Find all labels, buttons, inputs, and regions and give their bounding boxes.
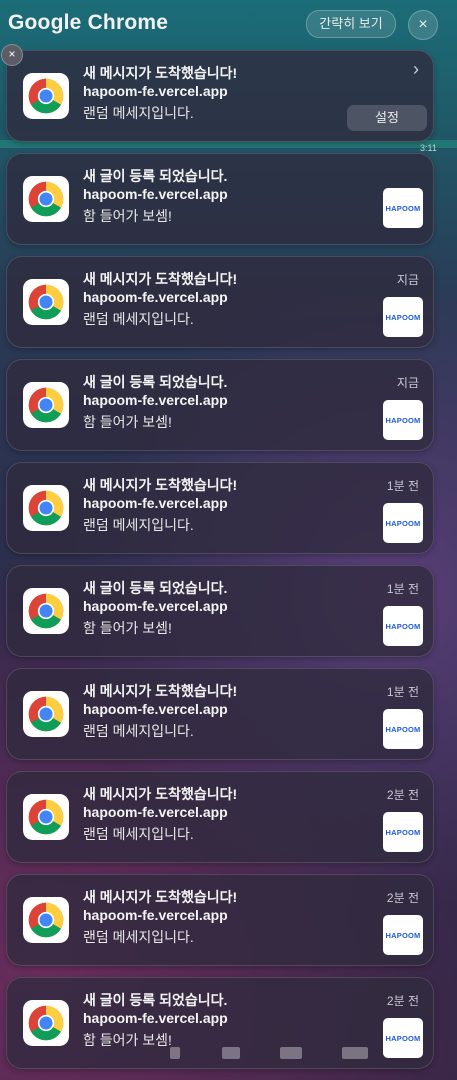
notification-title: 새 메시지가 도착했습니다! (83, 271, 238, 287)
notification-site: hapoom-fe.vercel.app (83, 495, 228, 511)
notification-body: 랜덤 메세지입니다. (83, 826, 194, 842)
notification-title: 새 글이 등록 되었습니다. (83, 992, 228, 1008)
notification-site: hapoom-fe.vercel.app (83, 1010, 228, 1026)
notification-site: hapoom-fe.vercel.app (83, 289, 228, 305)
chrome-icon (23, 73, 69, 119)
notification-title: 새 메시지가 도착했습니다! (83, 477, 238, 493)
notification-time: 지금 (396, 273, 419, 287)
notification-card[interactable]: 새 메시지가 도착했습니다! hapoom-fe.vercel.app 랜덤 메세지… (6, 771, 434, 863)
dock-hint (150, 1043, 450, 1063)
notification-title: 새 글이 등록 되었습니다. (83, 374, 228, 390)
notification-site: hapoom-fe.vercel.app (83, 186, 228, 202)
notification-site: hapoom-fe.vercel.app (83, 804, 228, 820)
notification-center-header: Google Chrome 간략히 보기 × (0, 0, 457, 48)
notification-body: 랜덤 메세지입니다. (83, 105, 194, 121)
notification-card[interactable]: 새 글이 등록 되었습니다. hapoom-fe.vercel.app 함 들어가 … (6, 153, 434, 245)
notification-site: hapoom-fe.vercel.app (83, 392, 228, 408)
hapoom-thumbnail: HAPOOM (383, 188, 423, 228)
notification-card[interactable]: 새 글이 등록 되었습니다. hapoom-fe.vercel.app 함 들어가 … (6, 565, 434, 657)
notification-title: 새 메시지가 도착했습니다! (83, 889, 238, 905)
notification-card[interactable]: 새 메시지가 도착했습니다! hapoom-fe.vercel.app 랜덤 메세지… (6, 50, 434, 142)
notification-site: hapoom-fe.vercel.app (83, 907, 228, 923)
chrome-icon (23, 176, 69, 222)
collapse-button[interactable]: 간략히 보기 (306, 10, 396, 38)
background-clock: 3:11 (420, 143, 437, 153)
app-title: Google Chrome (8, 11, 169, 34)
hapoom-thumbnail: HAPOOM (383, 606, 423, 646)
notification-card[interactable]: 새 메시지가 도착했습니다! hapoom-fe.vercel.app 랜덤 메세지… (6, 256, 434, 348)
notification-body: 함 들어가 보셈! (83, 414, 172, 430)
hapoom-thumbnail: HAPOOM (383, 709, 423, 749)
expand-chevron-icon[interactable]: › (413, 59, 419, 80)
notification-time: 지금 (396, 376, 419, 390)
notification-title: 새 글이 등록 되었습니다. (83, 168, 228, 184)
hapoom-thumbnail: HAPOOM (383, 400, 423, 440)
hapoom-thumbnail: HAPOOM (383, 812, 423, 852)
notification-body: 랜덤 메세지입니다. (83, 311, 194, 327)
notification-time: 2분 전 (386, 788, 419, 802)
notification-card[interactable]: 새 메시지가 도착했습니다! hapoom-fe.vercel.app 랜덤 메세지… (6, 462, 434, 554)
notification-body: 랜덤 메세지입니다. (83, 723, 194, 739)
notification-body: 함 들어가 보셈! (83, 620, 172, 636)
notification-title: 새 메시지가 도착했습니다! (83, 65, 238, 81)
close-notification-icon[interactable]: × (1, 44, 23, 66)
notification-title: 새 메시지가 도착했습니다! (83, 786, 238, 802)
chrome-icon (23, 279, 69, 325)
chrome-icon (23, 691, 69, 737)
notification-time: 1분 전 (386, 685, 419, 699)
hapoom-thumbnail: HAPOOM (383, 915, 423, 955)
notification-card[interactable]: 새 글이 등록 되었습니다. hapoom-fe.vercel.app 함 들어가 … (6, 359, 434, 451)
notification-card[interactable]: 새 메시지가 도착했습니다! hapoom-fe.vercel.app 랜덤 메세지… (6, 874, 434, 966)
chrome-icon (23, 588, 69, 634)
chrome-icon (23, 382, 69, 428)
notification-time: 2분 전 (386, 891, 419, 905)
notification-site: hapoom-fe.vercel.app (83, 83, 228, 99)
chrome-icon (23, 485, 69, 531)
notification-title: 새 글이 등록 되었습니다. (83, 580, 228, 596)
notification-time: 1분 전 (386, 479, 419, 493)
settings-button[interactable]: 설정 (347, 105, 427, 131)
chrome-icon (23, 794, 69, 840)
notification-site: hapoom-fe.vercel.app (83, 598, 228, 614)
notification-time: 1분 전 (386, 582, 419, 596)
hapoom-thumbnail: HAPOOM (383, 503, 423, 543)
hapoom-thumbnail: HAPOOM (383, 297, 423, 337)
chrome-icon (23, 1000, 69, 1046)
notification-body: 랜덤 메세지입니다. (83, 929, 194, 945)
chrome-icon (23, 897, 69, 943)
notification-body: 랜덤 메세지입니다. (83, 517, 194, 533)
close-all-icon[interactable]: × (408, 10, 438, 40)
notification-card[interactable]: 새 메시지가 도착했습니다! hapoom-fe.vercel.app 랜덤 메세지… (6, 668, 434, 760)
notification-title: 새 메시지가 도착했습니다! (83, 683, 238, 699)
notification-site: hapoom-fe.vercel.app (83, 701, 228, 717)
notification-time: 2분 전 (386, 994, 419, 1008)
notification-body: 함 들어가 보셈! (83, 208, 172, 224)
